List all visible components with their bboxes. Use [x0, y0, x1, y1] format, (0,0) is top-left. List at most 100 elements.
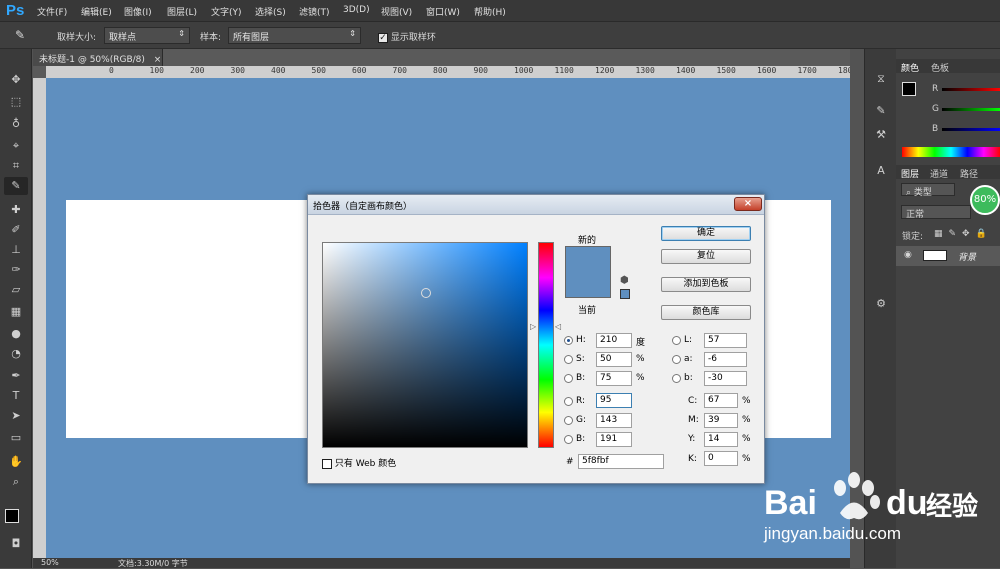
tab-color[interactable]: 颜色 [901, 61, 919, 74]
k-field[interactable]: 0 [704, 451, 738, 466]
history-brush-tool-icon[interactable]: ✑ [4, 261, 28, 279]
s-field[interactable]: 50 [596, 352, 632, 367]
tool-presets-icon[interactable]: ⚒ [871, 125, 891, 145]
h-field[interactable]: 210 [596, 333, 632, 348]
move-tool-icon[interactable]: ✥ [4, 71, 28, 89]
close-tab-icon[interactable]: × [154, 55, 162, 65]
r-field[interactable]: 95 [596, 393, 632, 408]
blur-tool-icon[interactable]: ● [4, 325, 28, 343]
blue-field[interactable]: 191 [596, 432, 632, 447]
m-field[interactable]: 39 [704, 413, 738, 428]
lock-icons[interactable]: ▦✎✥🔒 [934, 229, 993, 239]
radio-s[interactable] [564, 355, 573, 364]
hue-slider-right-arrow-icon[interactable]: ◁ [555, 322, 561, 331]
radio-blue[interactable] [564, 435, 573, 444]
b-field[interactable]: 75 [596, 371, 632, 386]
menu-image[interactable]: 图像(I) [124, 5, 152, 18]
b-slider[interactable] [942, 128, 1000, 131]
layer-filter-select[interactable]: ⌕ 类型 [901, 183, 955, 198]
reset-button[interactable]: 复位 [661, 249, 751, 264]
radio-g[interactable] [564, 416, 573, 425]
color-spectrum-bar[interactable] [902, 147, 1000, 157]
zoom-level[interactable]: 50% [41, 558, 59, 567]
properties-panel-icon[interactable]: ⚙ [871, 294, 891, 314]
ok-button[interactable]: 确定 [661, 226, 751, 241]
radio-h[interactable] [564, 336, 573, 345]
brush-presets-icon[interactable]: ✎ [871, 101, 891, 121]
color-cursor[interactable] [421, 288, 431, 298]
tab-layers[interactable]: 图层 [901, 167, 919, 180]
menu-help[interactable]: 帮助(H) [474, 5, 506, 18]
shape-tool-icon[interactable]: ▭ [4, 429, 28, 447]
tab-channels[interactable]: 通道 [930, 167, 948, 180]
eyedropper-icon[interactable]: ✎ [15, 28, 25, 42]
l-field[interactable]: 57 [704, 333, 747, 348]
blend-mode-select[interactable]: 正常 [901, 205, 971, 220]
menu-file[interactable]: 文件(F) [37, 5, 67, 18]
color-panel-foreground[interactable] [902, 82, 916, 96]
ruler-top[interactable]: 0 100 200 300 400 500 600 700 800 900 1000 1100 1200… [46, 66, 850, 78]
radio-l[interactable] [672, 336, 681, 345]
g-field[interactable]: 143 [596, 413, 632, 428]
lasso-tool-icon[interactable]: ♁ [4, 115, 28, 133]
radio-a[interactable] [672, 355, 681, 364]
layer-name[interactable]: 背景 [958, 250, 976, 263]
quick-select-tool-icon[interactable]: ⌖ [4, 137, 28, 155]
radio-b[interactable] [564, 374, 573, 383]
a-field[interactable]: -6 [704, 352, 747, 367]
quick-mask-icon[interactable]: ◘ [4, 535, 28, 553]
hue-slider-left-arrow-icon[interactable]: ▷ [530, 322, 536, 331]
close-button[interactable]: × [734, 197, 762, 211]
ruler-left[interactable] [33, 78, 46, 558]
brush-tool-icon[interactable]: ✐ [4, 221, 28, 239]
eraser-tool-icon[interactable]: ▱ [4, 281, 28, 299]
show-ring-checkbox[interactable]: ✓ [378, 32, 388, 43]
history-panel-icon[interactable]: ⧖ [871, 69, 891, 89]
menu-3d[interactable]: 3D(D) [343, 5, 370, 15]
character-panel-icon[interactable]: A [871, 161, 891, 181]
eyedropper-tool-icon[interactable]: ✎ [4, 177, 28, 195]
foreground-color-swatch[interactable] [5, 509, 19, 523]
r-slider[interactable] [942, 88, 1000, 91]
add-to-swatches-button[interactable]: 添加到色板 [661, 277, 751, 292]
document-tab[interactable]: 未标题-1 @ 50%(RGB/8) × [33, 49, 163, 66]
pen-tool-icon[interactable]: ✒ [4, 367, 28, 385]
tab-paths[interactable]: 路径 [960, 167, 978, 180]
stamp-tool-icon[interactable]: ⊥ [4, 241, 28, 259]
lab-b-field[interactable]: -30 [704, 371, 747, 386]
crop-tool-icon[interactable]: ⌗ [4, 157, 28, 175]
color-libraries-button[interactable]: 颜色库 [661, 305, 751, 320]
zoom-tool-icon[interactable]: ⌕ [4, 473, 28, 491]
sample-size-select[interactable]: 取样点 ⇕ [104, 27, 190, 44]
cube-warning-icon[interactable]: ⬢ [620, 275, 629, 286]
type-tool-icon[interactable]: T [4, 387, 28, 405]
web-safe-swatch[interactable] [620, 289, 630, 299]
menu-layer[interactable]: 图层(L) [167, 5, 197, 18]
y-field[interactable]: 14 [704, 432, 738, 447]
radio-r[interactable] [564, 397, 573, 406]
menu-window[interactable]: 窗口(W) [426, 5, 460, 18]
hand-tool-icon[interactable]: ✋ [4, 453, 28, 471]
show-ring-option[interactable]: ✓ 显示取样环 [378, 30, 436, 43]
web-colors-checkbox[interactable] [322, 458, 332, 469]
web-colors-option[interactable]: 只有 Web 颜色 [322, 456, 396, 469]
document-info[interactable]: 文档:3.30M/0 字节 [118, 558, 188, 569]
layer-row-background[interactable]: ◉ 背景 [896, 246, 1000, 266]
saturation-brightness-field[interactable] [322, 242, 528, 448]
menu-type[interactable]: 文字(Y) [211, 5, 242, 18]
gradient-tool-icon[interactable]: ▦ [4, 303, 28, 321]
dialog-title-bar[interactable]: 拾色器（自定画布颜色） × [308, 195, 764, 215]
sample-select[interactable]: 所有图层 ⇕ [228, 27, 361, 44]
hue-slider[interactable] [538, 242, 554, 448]
photoshop-logo[interactable]: Ps [6, 2, 24, 19]
menu-select[interactable]: 选择(S) [255, 5, 286, 18]
marquee-tool-icon[interactable]: ⬚ [4, 93, 28, 111]
path-select-tool-icon[interactable]: ➤ [4, 407, 28, 425]
g-slider[interactable] [942, 108, 1000, 111]
radio-lab-b[interactable] [672, 374, 681, 383]
menu-view[interactable]: 视图(V) [381, 5, 412, 18]
hex-field[interactable]: 5f8fbf [578, 454, 664, 469]
menu-filter[interactable]: 滤镜(T) [299, 5, 330, 18]
current-color-swatch[interactable] [565, 272, 611, 298]
healing-tool-icon[interactable]: ✚ [4, 201, 28, 219]
